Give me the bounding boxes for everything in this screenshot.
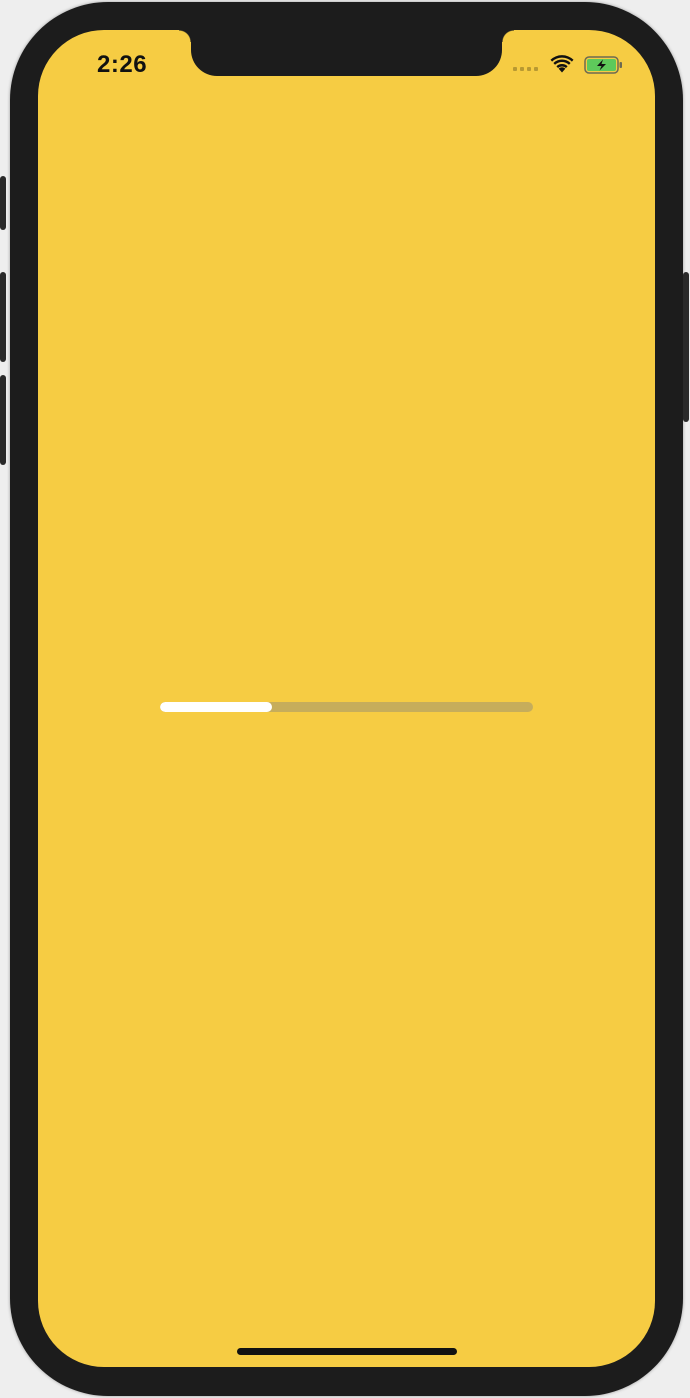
progress-bar <box>160 702 533 712</box>
volume-down-button <box>0 375 6 465</box>
wifi-icon <box>550 55 574 73</box>
home-indicator[interactable] <box>237 1348 457 1355</box>
app-screen: 2:26 <box>38 30 655 1367</box>
battery-charging-icon <box>584 56 622 74</box>
status-bar-time: 2:26 <box>97 51 148 78</box>
mute-switch <box>0 176 6 230</box>
device-notch <box>179 30 514 76</box>
progress-bar-fill <box>160 702 272 712</box>
cellular-signal-icon <box>513 67 538 71</box>
volume-up-button <box>0 272 6 362</box>
power-button <box>683 272 689 422</box>
